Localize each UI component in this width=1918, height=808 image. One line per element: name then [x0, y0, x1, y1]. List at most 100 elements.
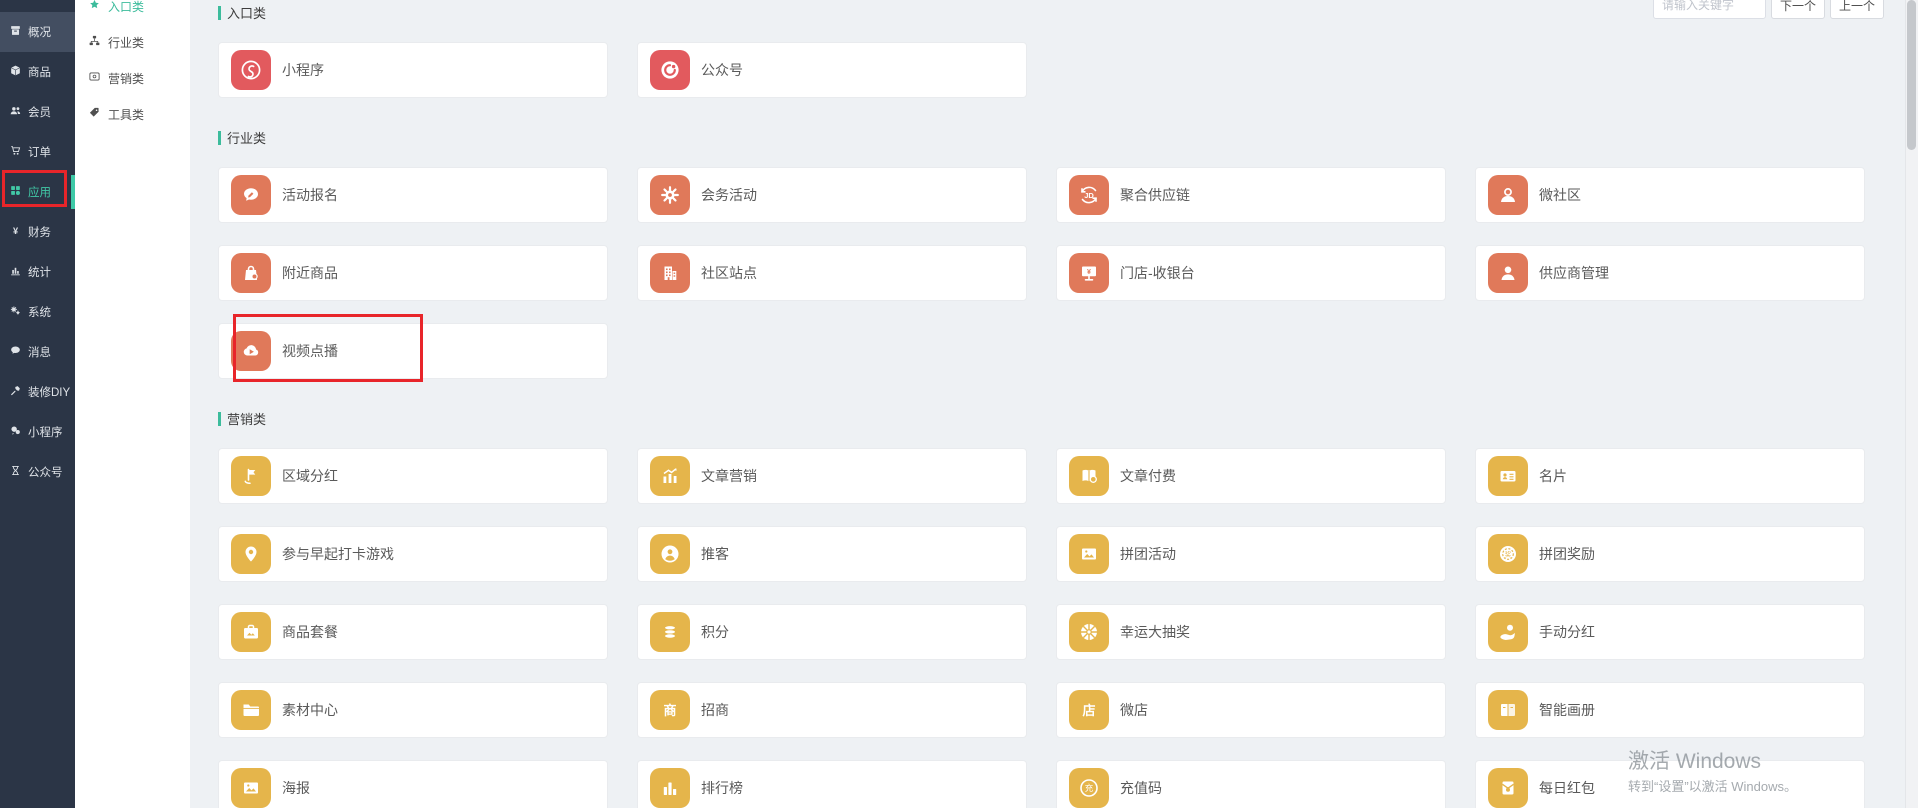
category-item-label: 行业类	[108, 34, 144, 51]
prev-button[interactable]: 上一个	[1830, 0, 1884, 19]
section-title: 营销类	[227, 409, 266, 428]
red-packet-icon	[1488, 768, 1528, 808]
app-card-article-marketing[interactable]: 文章营销	[637, 448, 1027, 504]
app-card-label: 公众号	[701, 60, 743, 80]
app-card-label: 招商	[701, 700, 729, 720]
dian-char-icon: 店	[1069, 690, 1109, 730]
app-card-goods-package[interactable]: 商品套餐	[218, 604, 608, 660]
sidebar-item-members[interactable]: 会员	[0, 92, 75, 132]
app-card-group-activity[interactable]: 拼团活动	[1056, 526, 1446, 582]
app-card-activity-signup[interactable]: 活动报名	[218, 167, 608, 223]
app-card-micro-store[interactable]: 店微店	[1056, 682, 1446, 738]
app-card-business-card[interactable]: 名片	[1475, 448, 1865, 504]
app-card-manual-dividend[interactable]: 手动分红	[1475, 604, 1865, 660]
app-card-ranking[interactable]: 排行榜	[637, 760, 1027, 808]
scrollbar-thumb[interactable]	[1907, 0, 1916, 150]
stats-icon	[9, 264, 22, 280]
app-card-label: 积分	[701, 622, 729, 642]
chong-char-icon: 充	[1069, 768, 1109, 808]
app-card-community-site[interactable]: 社区站点	[637, 245, 1027, 301]
app-card-supply-chain[interactable]: JD聚合供应链	[1056, 167, 1446, 223]
sidebar-item-orders[interactable]: 订单	[0, 132, 75, 172]
app-card-label: 供应商管理	[1539, 263, 1609, 283]
sidebar-item-diy[interactable]: 装修DIY	[0, 372, 75, 412]
overview-icon	[9, 24, 22, 40]
app-card-smart-album[interactable]: 智能画册	[1475, 682, 1865, 738]
picture-icon	[1069, 534, 1109, 574]
bubble-pen-icon	[231, 175, 271, 215]
app-card-points[interactable]: 积分	[637, 604, 1027, 660]
app-card-investment[interactable]: 商 招商	[637, 682, 1027, 738]
sidebar-item-label: 消息	[28, 344, 51, 360]
scrollbar-track[interactable]	[1905, 0, 1918, 808]
orders-icon	[9, 144, 22, 160]
goods-icon	[9, 64, 22, 80]
category-item-tools[interactable]: 工具类	[75, 96, 190, 132]
app-card-daily-redpacket[interactable]: 每日红包	[1475, 760, 1865, 808]
app-grid-marketing: 区域分红文章营销 文章付费 名片参与早起打卡游戏推客 拼团活动 奖拼团奖励商品套餐 积分 幸…	[218, 448, 1906, 808]
app-card-meeting-activity[interactable]: 会务活动	[637, 167, 1027, 223]
miniprogram-icon	[231, 50, 271, 90]
search-toolbar: 下一个 上一个	[1653, 0, 1884, 19]
category-item-entry[interactable]: 入口类	[75, 0, 190, 24]
app-card-label: 小程序	[282, 60, 324, 80]
category-item-industry[interactable]: 行业类	[75, 24, 190, 60]
app-card-label: 手动分红	[1539, 622, 1595, 642]
app-card-video-on-demand[interactable]: 视频点播	[218, 323, 608, 379]
app-card-nearby-goods[interactable]: 附近商品	[218, 245, 608, 301]
app-content: 入口类小程序公众号行业类活动报名会务活动JD聚合供应链微社区附近商品社区站点¥门…	[190, 0, 1906, 808]
category-item-marketing[interactable]: 营销类	[75, 60, 190, 96]
finance-icon: ¥	[9, 224, 22, 240]
case-icon	[231, 612, 271, 652]
sidebar-item-stats[interactable]: 统计	[0, 252, 75, 292]
sidebar-item-miniapp[interactable]: 小程序	[0, 412, 75, 452]
app-card-label: 每日红包	[1539, 778, 1595, 798]
svg-text:JD: JD	[1084, 191, 1094, 200]
sidebar-item-goods[interactable]: 商品	[0, 52, 75, 92]
next-button[interactable]: 下一个	[1771, 0, 1825, 19]
app-card-official-account[interactable]: 公众号	[637, 42, 1027, 98]
folder-icon	[231, 690, 271, 730]
app-card-region-dividend[interactable]: 区域分红	[218, 448, 608, 504]
app-card-label: 门店-收银台	[1120, 263, 1195, 283]
app-card-label: 幸运大抽奖	[1120, 622, 1190, 642]
miniapp-icon	[9, 424, 22, 440]
app-card-label: 素材中心	[282, 700, 338, 720]
section-title: 入口类	[227, 3, 266, 22]
pin-icon	[231, 534, 271, 574]
sidebar-item-official[interactable]: 公众号	[0, 452, 75, 492]
app-grid-entry: 小程序 公众号	[218, 42, 1906, 98]
svg-text:店: 店	[1082, 703, 1095, 718]
sidebar-item-label: 装修DIY	[28, 384, 70, 400]
album-icon	[1488, 690, 1528, 730]
search-input[interactable]	[1653, 0, 1766, 19]
sidebar-item-apps[interactable]: 应用	[0, 172, 75, 212]
app-card-miniprogram[interactable]: 小程序	[218, 42, 608, 98]
flag-icon	[231, 456, 271, 496]
app-card-morning-checkin[interactable]: 参与早起打卡游戏	[218, 526, 608, 582]
app-card-article-pay[interactable]: 文章付费	[1056, 448, 1446, 504]
app-card-supplier-mgmt[interactable]: 供应商管理	[1475, 245, 1865, 301]
app-card-label: 文章付费	[1120, 466, 1176, 486]
app-card-store-cashier[interactable]: ¥门店-收银台	[1056, 245, 1446, 301]
sidebar-item-label: 订单	[28, 144, 51, 160]
section-accent-bar	[218, 412, 221, 426]
app-card-label: 拼团活动	[1120, 544, 1176, 564]
sidebar-item-message[interactable]: 消息	[0, 332, 75, 372]
poster-icon	[231, 768, 271, 808]
svg-text:商: 商	[663, 703, 676, 718]
sidebar-item-system[interactable]: 系统	[0, 292, 75, 332]
community-icon	[1488, 175, 1528, 215]
sidebar-item-finance[interactable]: ¥财务	[0, 212, 75, 252]
app-card-material-center[interactable]: 素材中心	[218, 682, 608, 738]
section-accent-bar	[218, 131, 221, 145]
app-card-group-reward[interactable]: 奖拼团奖励	[1475, 526, 1865, 582]
app-card-lucky-draw[interactable]: 幸运大抽奖	[1056, 604, 1446, 660]
app-card-recharge-code[interactable]: 充充值码	[1056, 760, 1446, 808]
sidebar-item-label: 会员	[28, 104, 51, 120]
sidebar-item-overview[interactable]: 概况	[0, 12, 75, 52]
app-card-poster[interactable]: 海报	[218, 760, 608, 808]
chart-up-icon	[650, 456, 690, 496]
app-card-tuike[interactable]: 推客	[637, 526, 1027, 582]
app-card-community[interactable]: 微社区	[1475, 167, 1865, 223]
